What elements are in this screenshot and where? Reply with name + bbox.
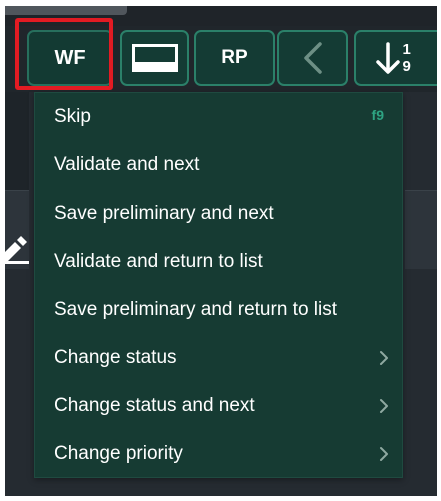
- rp-button[interactable]: RP: [194, 30, 275, 86]
- view-toggle-button[interactable]: [120, 30, 189, 86]
- horizontal-scrollbar[interactable]: [5, 6, 127, 15]
- sort-ascending-icon: [375, 42, 400, 74]
- menu-item-save-preliminary-and-return[interactable]: Save preliminary and return to list: [35, 286, 402, 334]
- rp-button-label: RP: [221, 47, 248, 68]
- menu-item-change-status[interactable]: Change status: [35, 334, 402, 382]
- sort-button[interactable]: 1 9: [354, 30, 437, 86]
- chevron-right-icon: [380, 351, 388, 365]
- workflow-button-label: WF: [54, 46, 86, 69]
- workflow-button[interactable]: WF: [27, 30, 113, 86]
- chevron-right-icon: [380, 447, 388, 461]
- top-strip: [5, 6, 437, 26]
- menu-item-change-status-and-next[interactable]: Change status and next: [35, 382, 402, 430]
- previous-button[interactable]: [277, 30, 348, 86]
- sort-digit-bottom: 9: [402, 58, 411, 75]
- menu-item-label: Validate and next: [54, 154, 200, 175]
- menu-item-validate-and-return[interactable]: Validate and return to list: [35, 238, 402, 286]
- chevron-left-icon: [302, 41, 324, 75]
- workflow-menu: Skip f9 Validate and next Save prelimina…: [34, 92, 403, 478]
- layout-view-icon: [131, 44, 178, 72]
- menu-item-validate-and-next[interactable]: Validate and next: [35, 141, 402, 189]
- menu-item-label: Change status: [54, 347, 177, 368]
- toolbar: WF RP 1 9: [5, 26, 437, 92]
- menu-item-label: Change status and next: [54, 395, 255, 416]
- background-row-right: [405, 190, 437, 269]
- app-window: WF RP 1 9 Skip f9 Validate and next Save…: [5, 6, 437, 496]
- menu-item-change-priority[interactable]: Change priority: [35, 430, 402, 478]
- menu-item-label: Validate and return to list: [54, 251, 263, 272]
- chevron-right-icon: [380, 399, 388, 413]
- menu-item-label: Change priority: [54, 443, 183, 464]
- menu-item-skip[interactable]: Skip f9: [35, 93, 402, 141]
- sort-digit-top: 1: [402, 41, 411, 58]
- background-panel: [5, 92, 29, 190]
- menu-item-label: Save preliminary and return to list: [54, 299, 338, 320]
- menu-item-label: Save preliminary and next: [54, 203, 274, 224]
- menu-item-label: Skip: [54, 106, 91, 127]
- pencil-icon[interactable]: [5, 234, 29, 264]
- menu-item-save-preliminary-and-next[interactable]: Save preliminary and next: [35, 190, 402, 238]
- shortcut-hint: f9: [371, 107, 384, 123]
